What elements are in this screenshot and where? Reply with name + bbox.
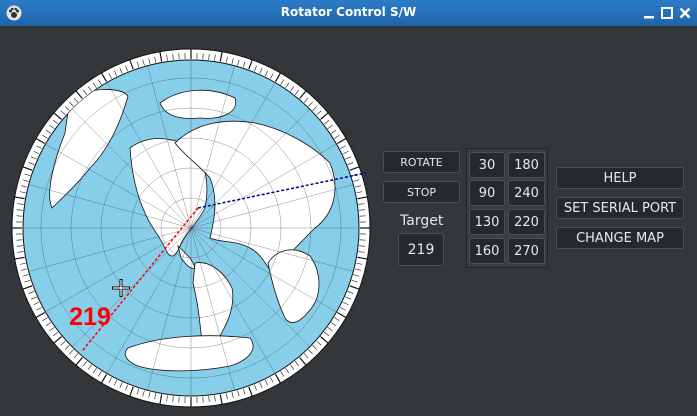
preset-button-270[interactable]: 270: [508, 238, 545, 264]
target-label: Target: [400, 213, 444, 229]
help-button[interactable]: HELP: [556, 167, 684, 189]
preset-button-220[interactable]: 220: [508, 209, 545, 235]
preset-button-240[interactable]: 240: [508, 180, 545, 206]
change-map-button[interactable]: CHANGE MAP: [556, 227, 684, 249]
target-value[interactable]: 219: [398, 233, 444, 266]
window-title: Rotator Control S/W: [280, 5, 417, 19]
graticule: [23, 60, 359, 396]
stop-button[interactable]: STOP: [383, 181, 460, 203]
rotate-button[interactable]: ROTATE: [383, 151, 460, 173]
preset-button-160[interactable]: 160: [469, 238, 505, 264]
maximize-icon[interactable]: [659, 5, 675, 21]
minimize-icon[interactable]: [641, 5, 657, 21]
set-serial-port-button[interactable]: SET SERIAL PORT: [556, 197, 684, 219]
preset-button-30[interactable]: 30: [469, 152, 505, 178]
azimuthal-map[interactable]: 219: [10, 48, 372, 408]
preset-button-90[interactable]: 90: [469, 180, 505, 206]
bearing-label: 219: [69, 303, 111, 331]
close-icon[interactable]: [677, 5, 693, 21]
title-bar[interactable]: Rotator Control S/W: [0, 0, 697, 26]
preset-button-180[interactable]: 180: [508, 152, 545, 178]
preset-button-130[interactable]: 130: [469, 209, 505, 235]
